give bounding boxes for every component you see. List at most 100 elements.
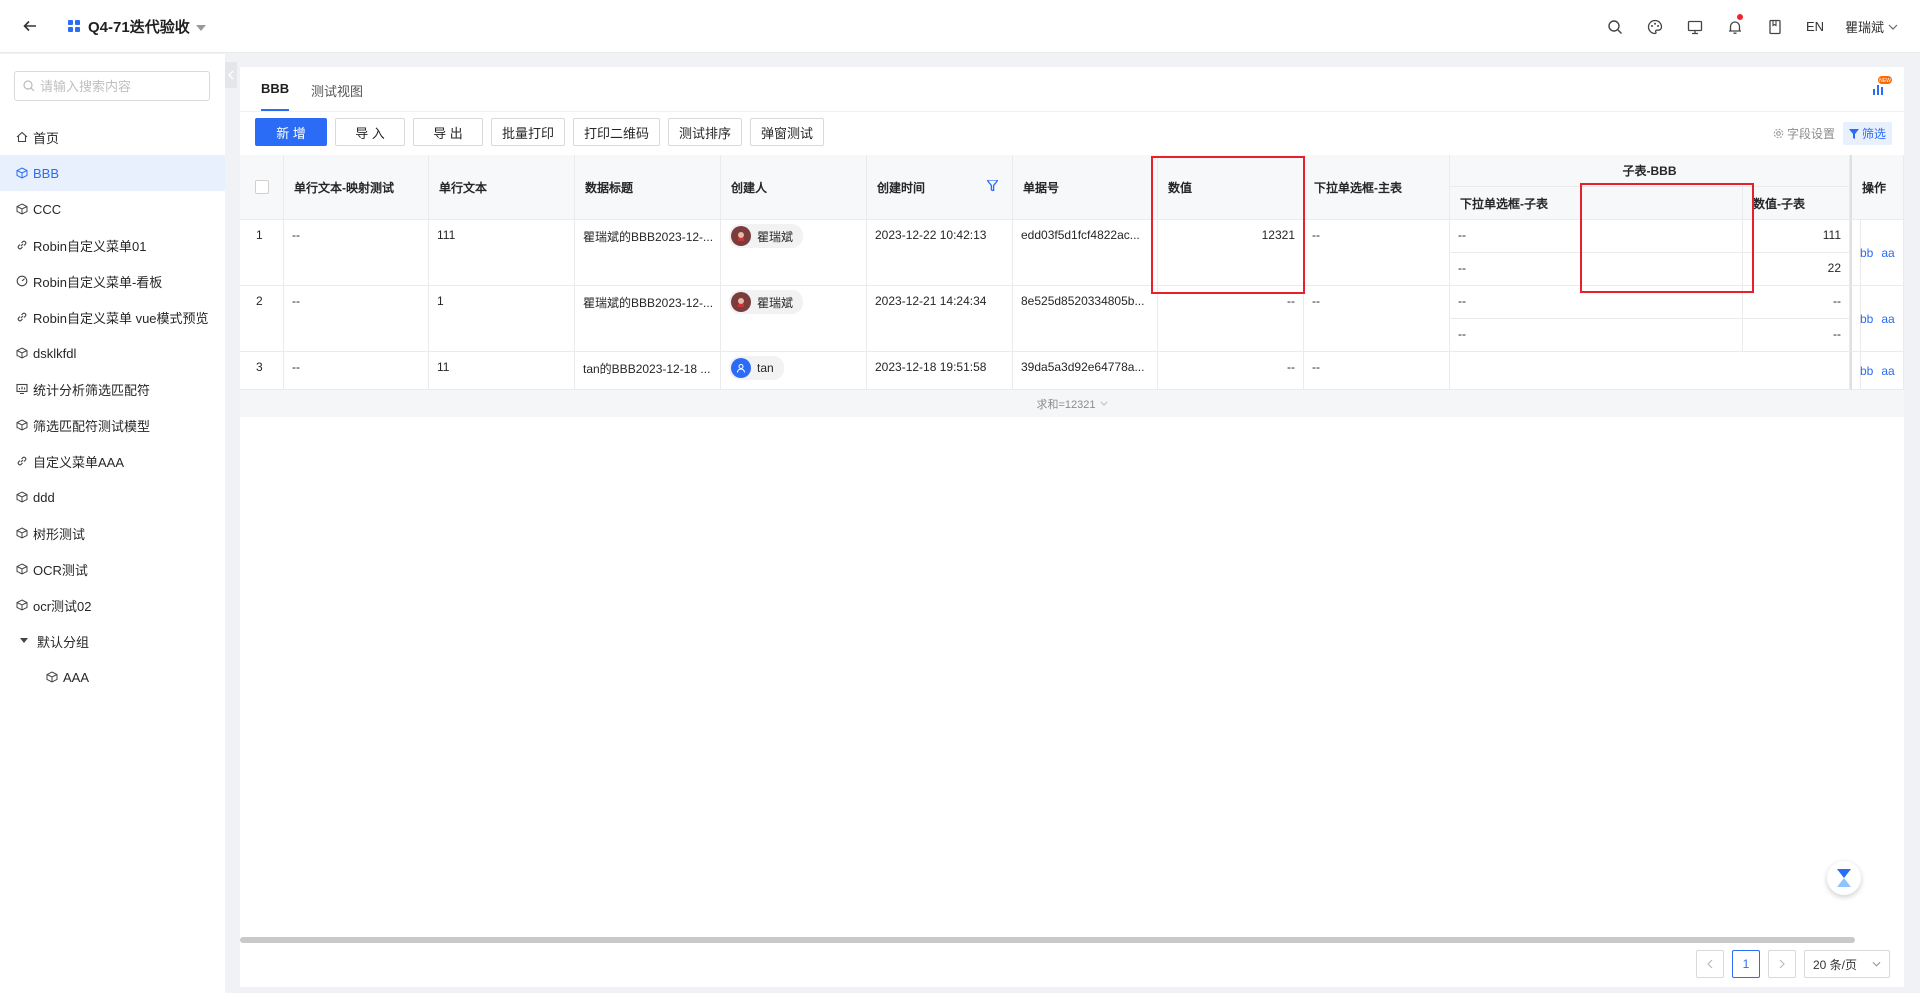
search-icon: [23, 80, 35, 92]
col-text-header[interactable]: 单行文本: [429, 155, 575, 220]
page-size-select[interactable]: 20 条/页: [1804, 950, 1890, 978]
cube-icon: [16, 563, 28, 575]
search-input[interactable]: [40, 78, 200, 94]
language-switch[interactable]: EN: [1795, 19, 1835, 34]
filter-icon[interactable]: [985, 179, 1000, 194]
cube-icon: [16, 527, 28, 539]
next-page-button[interactable]: [1768, 950, 1796, 978]
test-sort-button[interactable]: 测试排序: [668, 118, 743, 146]
sidebar-item[interactable]: AAA: [0, 659, 225, 695]
home-icon: [16, 131, 28, 143]
main-panel: BBB 测试视图 NEW 新 增 导 入 导 出 批量打印 打印二维码 测试排序…: [240, 67, 1904, 987]
column-header-label: 下拉单选框-主表: [1314, 180, 1402, 195]
batch-print-button[interactable]: 批量打印: [491, 118, 566, 146]
sidebar-item[interactable]: OCR测试: [0, 551, 225, 587]
filter-button[interactable]: 筛选: [1842, 122, 1892, 145]
sidebar-item[interactable]: ocr测试02: [0, 587, 225, 623]
sidebar-item[interactable]: 首页: [0, 119, 225, 155]
monitor-icon[interactable]: [1675, 0, 1715, 53]
top-bar: Q4-71迭代验收 EN 瞿瑞斌: [0, 0, 1920, 53]
sidebar-item-label: Robin自定义菜单 vue模式预览: [33, 310, 209, 326]
cell-value: 2023-12-21 14:24:34: [875, 294, 987, 308]
creator-chip: 瞿瑞斌: [729, 224, 804, 248]
chart-new-icon[interactable]: NEW: [1866, 75, 1892, 101]
sidebar-item-label: 自定义菜单AAA: [33, 454, 125, 470]
import-button[interactable]: 导 入: [335, 118, 405, 146]
action-link-aa[interactable]: aa: [1881, 364, 1894, 378]
table-cell-title[interactable]: tan的BBB2023-12-18 ...: [575, 352, 721, 390]
select-all-checkbox[interactable]: [255, 180, 269, 194]
action-link-bb[interactable]: bb: [1860, 364, 1873, 378]
sidebar-search[interactable]: [14, 71, 210, 101]
col-doc-no-header[interactable]: 单据号: [1013, 155, 1158, 220]
field-settings-link[interactable]: 字段设置: [1773, 125, 1835, 142]
chevron-down-icon[interactable]: [1099, 401, 1108, 406]
tab-bbb[interactable]: BBB: [261, 81, 289, 96]
row-index-label: 2: [256, 294, 263, 308]
sidebar-item[interactable]: Robin自定义菜单 vue模式预览: [0, 299, 225, 335]
action-link-aa[interactable]: aa: [1881, 246, 1894, 260]
popup-test-button[interactable]: 弹窗测试: [750, 118, 825, 146]
col-map-text-header[interactable]: 单行文本-映射测试: [284, 155, 429, 220]
sidebar-item-label: BBB: [33, 165, 60, 181]
cell-value: --: [1312, 360, 1320, 374]
action-link-bb[interactable]: bb: [1860, 246, 1873, 260]
horizontal-scrollbar[interactable]: [240, 937, 1855, 943]
sidebar-item[interactable]: 筛选匹配符测试模型: [0, 407, 225, 443]
print-qrcode-button[interactable]: 打印二维码: [573, 118, 661, 146]
column-header-label: 单据号: [1023, 180, 1060, 195]
col-created-time-header[interactable]: 创建时间: [867, 155, 1013, 220]
assistant-float-icon[interactable]: [1827, 861, 1861, 895]
link-icon: [16, 239, 28, 251]
bell-icon[interactable]: [1715, 0, 1755, 53]
link-icon: [16, 455, 28, 467]
sidebar-menu: 首页 BBB CCC Robin自定义菜单01 Robin自定义菜单-看板 Robin自定…: [0, 119, 225, 695]
table-cell-title[interactable]: 瞿瑞斌的BBB2023-12-...: [575, 220, 721, 286]
sidebar-item[interactable]: dsklkfdl: [0, 335, 225, 371]
cell-value: --: [1287, 360, 1295, 374]
sidebar-item[interactable]: CCC: [0, 191, 225, 227]
search-icon[interactable]: [1595, 0, 1635, 53]
sidebar-item[interactable]: 树形测试: [0, 515, 225, 551]
sidebar-item[interactable]: ddd: [0, 479, 225, 515]
table-cell-title[interactable]: 瞿瑞斌的BBB2023-12-...: [575, 286, 721, 352]
column-header-label: 创建时间: [877, 180, 926, 195]
back-arrow-icon[interactable]: [20, 16, 40, 36]
subtable-cell-number: --: [1743, 286, 1850, 319]
sidebar-group-default[interactable]: 默认分组: [0, 623, 225, 659]
sidebar-item-label: 首页: [33, 130, 60, 146]
cube-icon: [16, 167, 28, 179]
sidebar-item[interactable]: Robin自定义菜单01: [0, 227, 225, 263]
col-number-sub-header[interactable]: 数值-子表: [1743, 187, 1850, 220]
sidebar-item[interactable]: BBB: [0, 155, 225, 191]
cell-value: --: [1312, 294, 1320, 308]
subtable-cell-number: --: [1743, 319, 1850, 352]
sidebar-item[interactable]: 统计分析筛选匹配符: [0, 371, 225, 407]
page-number[interactable]: 1: [1732, 950, 1760, 978]
action-link-bb[interactable]: bb: [1860, 312, 1873, 326]
chevron-down-icon[interactable]: [195, 19, 206, 34]
user-name: 瞿瑞斌: [1844, 20, 1884, 35]
app-title[interactable]: Q4-71迭代验收: [88, 16, 190, 37]
pagination: 1 20 条/页: [1696, 950, 1890, 978]
table-cell-creator: tan: [721, 352, 867, 390]
sidebar-item[interactable]: 自定义菜单AAA: [0, 443, 225, 479]
export-button[interactable]: 导 出: [413, 118, 483, 146]
palette-icon[interactable]: [1635, 0, 1675, 53]
cube-icon: [16, 347, 28, 359]
action-link-aa[interactable]: aa: [1881, 312, 1894, 326]
table-cell-num: --: [1158, 352, 1304, 390]
add-button[interactable]: 新 增: [255, 118, 327, 146]
user-menu[interactable]: 瞿瑞斌: [1845, 17, 1898, 36]
col-select-main-header[interactable]: 下拉单选框-主表: [1304, 155, 1450, 220]
tab-test-view[interactable]: 测试视图: [311, 81, 363, 100]
col-creator-header[interactable]: 创建人: [721, 155, 867, 220]
cube-icon: [16, 419, 28, 431]
sidebar-item-label: dsklkfdl: [33, 345, 77, 361]
document-icon[interactable]: [1755, 0, 1795, 53]
prev-page-button[interactable]: [1696, 950, 1724, 978]
chevron-right-icon: [1779, 959, 1785, 969]
col-title-header[interactable]: 数据标题: [575, 155, 721, 220]
sidebar-collapse-handle[interactable]: [225, 62, 237, 88]
sidebar-item[interactable]: Robin自定义菜单-看板: [0, 263, 225, 299]
